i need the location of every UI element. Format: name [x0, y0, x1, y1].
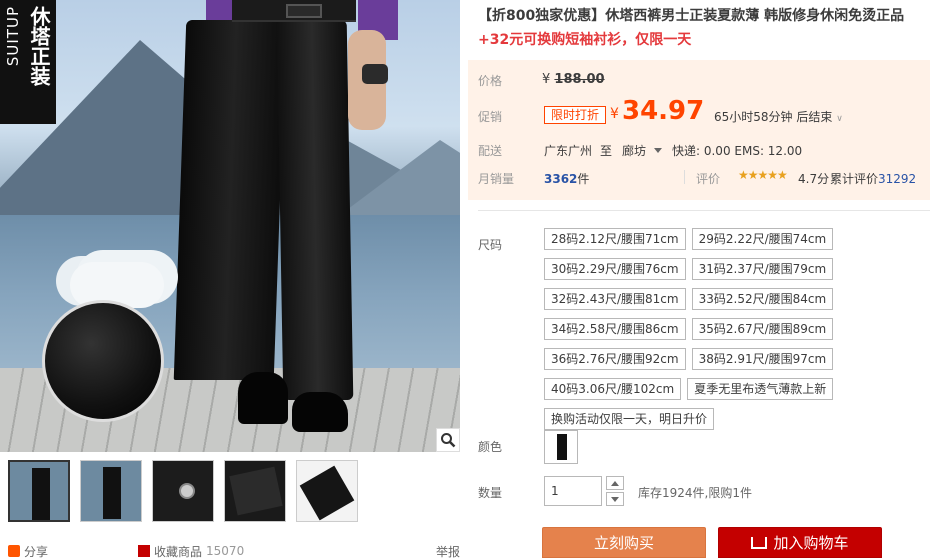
size-option[interactable]: 34码2.58尺/腰围86cm: [544, 318, 686, 340]
quantity-label: 数量: [478, 486, 503, 500]
caret-down-icon: [654, 148, 663, 153]
pants-thumbnail-icon: [557, 434, 567, 460]
size-options: 28码2.12尺/腰围71cm 29码2.22尺/腰围74cm 30码2.29尺…: [544, 228, 930, 430]
brand-logo-cn: 休塔正装: [27, 6, 51, 86]
size-option[interactable]: 38码2.91尺/腰围97cm: [691, 348, 834, 370]
size-option[interactable]: 32码2.43尺/腰围81cm: [544, 288, 686, 310]
add-to-cart-button[interactable]: 加入购物车: [718, 527, 882, 558]
shirt: [206, 0, 234, 22]
watch: [362, 64, 388, 84]
promo-badge: 限时打折: [544, 106, 607, 124]
review-label: 累计评价: [830, 172, 879, 186]
size-option[interactable]: 31码2.37尺/腰围79cm: [691, 258, 834, 280]
fabric-detail-circle: [42, 300, 164, 422]
main-product-image[interactable]: SUITUP 休塔正装: [0, 0, 460, 452]
price-panel: 价格 ¥ 188.00 促销 限时打折 ¥ 34.97 65小时58分钟 后结束…: [468, 60, 930, 200]
promo-label: 促销: [478, 110, 503, 124]
color-swatch-black[interactable]: [544, 430, 578, 464]
monthly-sales-value: 3362: [544, 172, 578, 186]
share-bar: 分享 收藏商品 15070 举报: [8, 544, 460, 558]
review-count: 31292: [878, 172, 917, 186]
rating-label: 评价: [696, 172, 721, 186]
ship-from: 广东广州: [544, 144, 593, 158]
monthly-sales: 3362件: [544, 170, 589, 187]
size-option[interactable]: 35码2.67尺/腰围89cm: [691, 318, 834, 340]
thumbnail-1[interactable]: [8, 460, 70, 522]
destination-city: 廊坊: [622, 144, 647, 158]
belt-buckle: [286, 4, 322, 18]
rating-stars: ★★★★★: [738, 168, 788, 182]
share-icon: [8, 545, 20, 557]
collect-count: 15070: [206, 544, 245, 558]
original-price: ¥ 188.00: [542, 72, 605, 87]
buy-now-label: 立刻购买: [593, 534, 654, 552]
collect-label: 收藏商品: [154, 544, 203, 558]
size-option[interactable]: 40码3.06尺/腰102cm: [544, 378, 682, 400]
brand-logo: SUITUP 休塔正装: [0, 0, 56, 124]
product-info: 【折800独家优惠】休塔西裤男士正装夏款薄 韩版修身休闲免烫正品 +32元可换购…: [468, 0, 930, 558]
shipping-fee: 快递: 0.00 EMS: 12.00: [672, 144, 803, 158]
zoom-button[interactable]: [436, 428, 460, 452]
thumbnail-5[interactable]: [296, 460, 358, 522]
promo-currency: ¥: [610, 106, 619, 122]
original-price-value: 188.00: [554, 72, 605, 87]
size-option[interactable]: 28码2.12尺/腰围71cm: [544, 228, 686, 250]
pants-leg: [173, 20, 287, 380]
add-to-cart-label: 加入购物车: [773, 534, 849, 552]
buy-now-button[interactable]: 立刻购买: [542, 527, 706, 558]
brand-logo-en: SUITUP: [4, 6, 22, 67]
countdown-timer[interactable]: 65小时58分钟 后结束 ∨: [714, 108, 843, 125]
arrow-up-icon: [611, 480, 619, 486]
thumbnail-4[interactable]: [224, 460, 286, 522]
rating-score: 4.7分: [798, 172, 830, 186]
arrow-down-icon: [611, 496, 619, 502]
collect-link[interactable]: 收藏商品 15070: [138, 543, 244, 558]
review-total-link[interactable]: 累计评价31292: [830, 170, 916, 187]
cart-icon: [751, 536, 768, 549]
product-gallery: SUITUP 休塔正装 分享 收藏商品 15070 举报: [0, 0, 460, 558]
price-label: 价格: [478, 74, 503, 88]
shipping-label: 配送: [478, 144, 503, 158]
size-option[interactable]: 36码2.76尺/腰围92cm: [544, 348, 686, 370]
color-label: 颜色: [478, 440, 503, 454]
report-link[interactable]: 举报: [436, 543, 460, 558]
quantity-increase-button[interactable]: [606, 476, 624, 490]
size-option[interactable]: 夏季无里布透气薄款上新: [687, 378, 834, 400]
size-option[interactable]: 29码2.22尺/腰围74cm: [691, 228, 834, 250]
product-title: 【折800独家优惠】休塔西裤男士正装夏款薄 韩版修身休闲免烫正品: [478, 8, 905, 24]
thumbnail-3[interactable]: [152, 460, 214, 522]
share-label: 分享: [24, 544, 49, 558]
ship-to-word: 至: [600, 144, 613, 158]
chevron-down-icon: ∨: [836, 114, 843, 124]
quantity-input[interactable]: [544, 476, 602, 506]
size-option[interactable]: 30码2.29尺/腰围76cm: [544, 258, 686, 280]
promo-price: 34.97: [622, 96, 705, 126]
size-option[interactable]: 33码2.52尺/腰围84cm: [691, 288, 834, 310]
countdown-text: 65小时58分钟 后结束: [714, 110, 833, 124]
shoe: [292, 392, 348, 432]
original-price-currency: ¥: [542, 72, 551, 87]
quantity-decrease-button[interactable]: [606, 492, 624, 506]
pants-leg: [276, 20, 354, 400]
stock-info: 库存1924件,限购1件: [638, 486, 752, 500]
section-divider: [478, 210, 930, 211]
divider: [684, 170, 685, 184]
heart-icon: [138, 545, 151, 557]
monthly-sales-label: 月销量: [478, 172, 515, 186]
share-link[interactable]: 分享: [8, 543, 48, 558]
thumbnail-2[interactable]: [80, 460, 142, 522]
size-option[interactable]: 换购活动仅限一天，明日升价: [544, 408, 715, 430]
shoe: [238, 372, 288, 424]
destination-select[interactable]: 廊坊: [622, 142, 663, 159]
thumbnail-strip: [8, 460, 358, 522]
size-label: 尺码: [478, 238, 503, 252]
product-subtitle: +32元可换购短袖衬衫，仅限一天: [478, 32, 692, 48]
magnifier-icon: [441, 433, 456, 448]
monthly-sales-unit: 件: [577, 172, 590, 186]
